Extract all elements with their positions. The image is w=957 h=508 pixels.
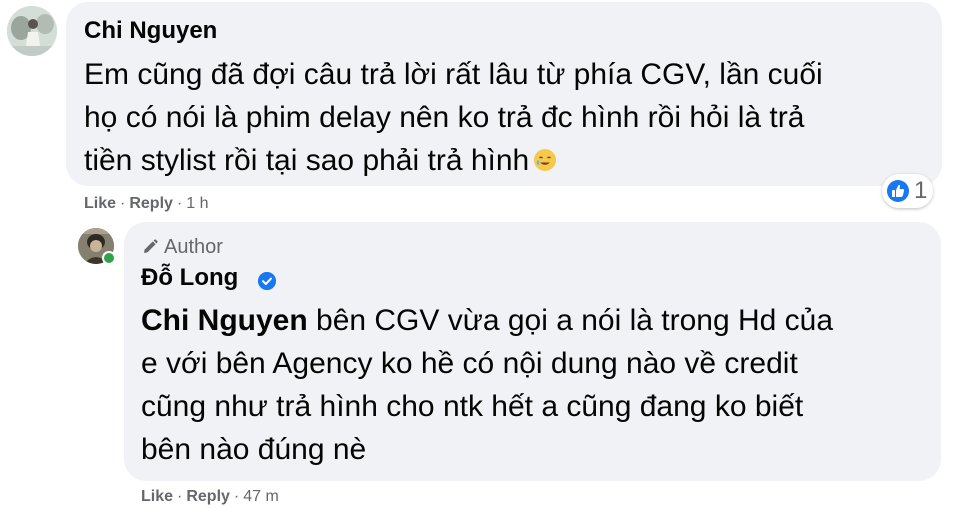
comment-timestamp[interactable]: 1 h	[186, 195, 208, 212]
comment-text: Chi Nguyen bên CGV vừa gọi a nói là tron…	[141, 299, 931, 471]
separator: ·	[176, 195, 183, 212]
avatar[interactable]	[7, 6, 57, 56]
like-icon	[887, 180, 909, 202]
separator: ·	[120, 195, 126, 212]
like-button[interactable]: Like	[84, 195, 116, 212]
comment-text: Em cũng đã đợi câu trả lời rất lâu từ ph…	[84, 53, 934, 182]
comment-author[interactable]: Chi Nguyen	[84, 17, 217, 45]
comment-thread: Chi Nguyen Em cũng đã đợi câu trả lời rấ…	[0, 0, 957, 508]
comment-author[interactable]: Đỗ Long	[141, 264, 238, 292]
pencil-icon	[144, 239, 158, 253]
comment-actions: Like · Reply · 47 m	[141, 487, 279, 507]
author-badge-label: Author	[164, 236, 223, 258]
like-button[interactable]: Like	[141, 488, 173, 505]
tear-smile-emoji	[534, 149, 557, 171]
avatar[interactable]	[78, 228, 116, 265]
separator: ·	[177, 488, 183, 505]
author-badge: Author	[141, 234, 223, 260]
comment-text-content: Em cũng đã đợi câu trả lời rất lâu từ ph…	[84, 58, 823, 177]
online-status-dot	[102, 251, 116, 265]
mention-link[interactable]: Chi Nguyen	[141, 304, 308, 337]
reply-button[interactable]: Reply	[129, 195, 173, 212]
reply-button[interactable]: Reply	[186, 488, 230, 505]
verified-badge-icon	[258, 272, 276, 290]
reaction-summary[interactable]: 1	[882, 174, 934, 208]
comment-actions: Like · Reply · 1 h	[84, 194, 209, 214]
reaction-count: 1	[914, 177, 928, 204]
separator: ·	[233, 488, 240, 505]
comment-timestamp[interactable]: 47 m	[243, 488, 279, 505]
